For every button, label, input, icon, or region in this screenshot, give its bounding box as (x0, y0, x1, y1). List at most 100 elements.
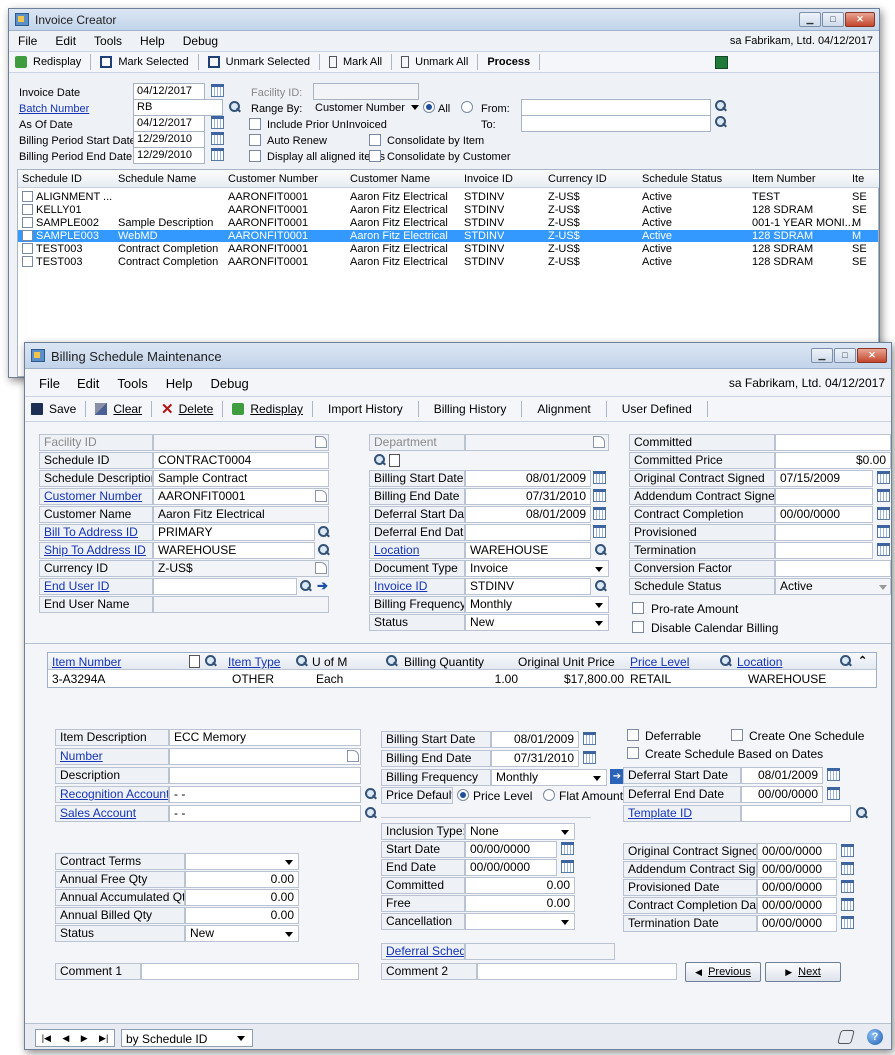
committed-price-field[interactable]: $0.00 (775, 452, 891, 469)
menu-file[interactable]: File (9, 34, 46, 48)
deferral-start-field[interactable]: 08/01/2009 (465, 506, 591, 523)
minimize-button[interactable]: ▁ (811, 348, 833, 363)
detail-billing-frequency-select[interactable]: Monthly (491, 769, 607, 786)
lookup-icon[interactable] (298, 579, 313, 594)
description-field[interactable] (169, 767, 361, 784)
as-of-date-field[interactable]: 04/12/2017 (133, 115, 205, 132)
table-row[interactable]: KELLY01 AARONFIT0001 Aaron Fitz Electric… (18, 204, 878, 216)
line-item-row[interactable]: 3-A3294A OTHER Each 1.00 $17,800.00 RETA… (48, 671, 876, 687)
calendar-icon[interactable] (827, 787, 840, 800)
close-button[interactable]: ✕ (845, 12, 875, 27)
billing-start-field[interactable]: 08/01/2009 (465, 470, 591, 487)
document-type-select[interactable]: Invoice (465, 560, 609, 577)
row-checkbox[interactable] (22, 256, 33, 267)
recognition-account-field[interactable]: - - (169, 786, 361, 803)
bill-to-link[interactable]: Bill To Address ID (39, 524, 153, 541)
invoice-date-field[interactable]: 04/12/2017 (133, 83, 205, 100)
menu-debug[interactable]: Debug (174, 34, 227, 48)
end-user-id-link[interactable]: End User ID (39, 578, 153, 595)
annual-accum-qty-field[interactable]: 0.00 (185, 889, 299, 906)
calendar-icon[interactable] (877, 489, 890, 502)
billing-history-button[interactable]: Billing History (422, 399, 519, 419)
calendar-icon[interactable] (841, 844, 854, 857)
table-row[interactable]: TEST003 Contract Completion AARONFIT0001… (18, 243, 878, 255)
calendar-icon[interactable] (877, 507, 890, 520)
col-customer-number[interactable]: Customer Number (228, 173, 318, 185)
provisioned-date-field[interactable]: 00/00/0000 (757, 879, 837, 896)
detail-deferral-end-field[interactable]: 00/00/0000 (741, 786, 823, 803)
lookup-icon[interactable] (854, 806, 869, 821)
note-icon[interactable] (837, 1030, 855, 1044)
inclusion-end-field[interactable]: 00/00/0000 (465, 859, 557, 876)
col-item-more[interactable]: Ite (852, 173, 864, 185)
consolidate-item-checkbox[interactable] (369, 134, 381, 146)
menu-help[interactable]: Help (131, 34, 174, 48)
ship-to-link[interactable]: Ship To Address ID (39, 542, 153, 559)
lookup-icon[interactable] (316, 525, 331, 540)
invoice-id-field[interactable]: STDINV (465, 578, 591, 595)
location-link[interactable]: Location (369, 542, 465, 559)
close-button[interactable]: ✕ (857, 348, 887, 363)
template-id-field[interactable] (741, 805, 851, 822)
table-row-selected[interactable]: SAMPLE003 WebMD AARONFIT0001 Aaron Fitz … (18, 230, 878, 242)
from-radio[interactable] (461, 101, 473, 113)
dropdown-arrow-icon[interactable] (237, 1036, 245, 1041)
status-select[interactable]: New (465, 614, 609, 631)
calendar-icon[interactable] (877, 471, 890, 484)
lookup-icon[interactable] (593, 543, 608, 558)
first-record-icon[interactable]: |◀ (42, 1033, 51, 1044)
ship-to-field[interactable]: WAREHOUSE (153, 542, 315, 559)
detail-status-select[interactable]: New (185, 925, 299, 942)
calendar-icon[interactable] (593, 471, 606, 484)
number-field[interactable] (169, 748, 361, 765)
menu-tools[interactable]: Tools (108, 376, 156, 391)
contract-completion-field[interactable]: 00/00/0000 (775, 506, 873, 523)
row-checkbox[interactable] (22, 204, 33, 215)
detail-billing-end-field[interactable]: 07/31/2010 (491, 750, 579, 767)
redisplay-button[interactable]: Redisplay (9, 52, 87, 72)
detail-deferral-start-field[interactable]: 08/01/2009 (741, 767, 823, 784)
calendar-icon[interactable] (211, 116, 224, 129)
new-document-icon[interactable] (189, 655, 200, 668)
row-checkbox[interactable] (22, 191, 33, 202)
col-currency-id[interactable]: Currency ID (548, 173, 607, 185)
expand-collapse-icon[interactable]: ⌃ (858, 654, 867, 667)
bp-start-field[interactable]: 12/29/2010 (133, 131, 205, 148)
lookup-icon[interactable] (227, 100, 242, 115)
bill-to-field[interactable]: PRIMARY (153, 524, 315, 541)
detail-billing-start-field[interactable]: 08/01/2009 (491, 731, 579, 748)
calendar-icon[interactable] (593, 489, 606, 502)
lookup-icon[interactable] (363, 787, 378, 802)
unmark-all-button[interactable]: Unmark All (395, 52, 474, 72)
expand-arrow-icon[interactable]: ➔ (610, 769, 624, 784)
annual-billed-qty-field[interactable]: 0.00 (185, 907, 299, 924)
item-description-field[interactable]: ECC Memory (169, 729, 361, 746)
dropdown-arrow-icon[interactable] (595, 621, 603, 626)
lookup-icon[interactable] (316, 543, 331, 558)
lookup-icon[interactable] (372, 453, 387, 468)
calendar-icon[interactable] (841, 898, 854, 911)
template-id-link[interactable]: Template ID (623, 805, 741, 822)
sales-account-field[interactable]: - - (169, 805, 361, 822)
orig-signed-field[interactable]: 07/15/2009 (775, 470, 873, 487)
lookup-icon[interactable] (203, 654, 218, 669)
comment1-field[interactable] (141, 963, 359, 980)
location-field[interactable]: WAREHOUSE (465, 542, 591, 559)
termination-date-field[interactable]: 00/00/0000 (757, 915, 837, 932)
delete-button[interactable]: ✕ Delete (155, 399, 219, 419)
schedule-status-select[interactable]: Active (775, 578, 891, 595)
alignment-button[interactable]: Alignment (525, 399, 602, 419)
price-level-header-link[interactable]: Price Level (630, 655, 689, 669)
redisplay-button[interactable]: Redisplay (226, 399, 309, 419)
calendar-icon[interactable] (583, 732, 596, 745)
previous-button[interactable]: ◀ Previous (685, 962, 761, 982)
inclusion-type-select[interactable]: None (465, 823, 575, 840)
conversion-factor-field[interactable] (775, 560, 891, 577)
calendar-icon[interactable] (211, 148, 224, 161)
mark-selected-button[interactable]: Mark Selected (94, 52, 194, 72)
menu-edit[interactable]: Edit (46, 34, 85, 48)
customer-number-field[interactable]: AARONFIT0001 (153, 488, 329, 505)
menu-tools[interactable]: Tools (85, 34, 131, 48)
menu-debug[interactable]: Debug (201, 376, 257, 391)
note-icon[interactable] (347, 750, 359, 762)
